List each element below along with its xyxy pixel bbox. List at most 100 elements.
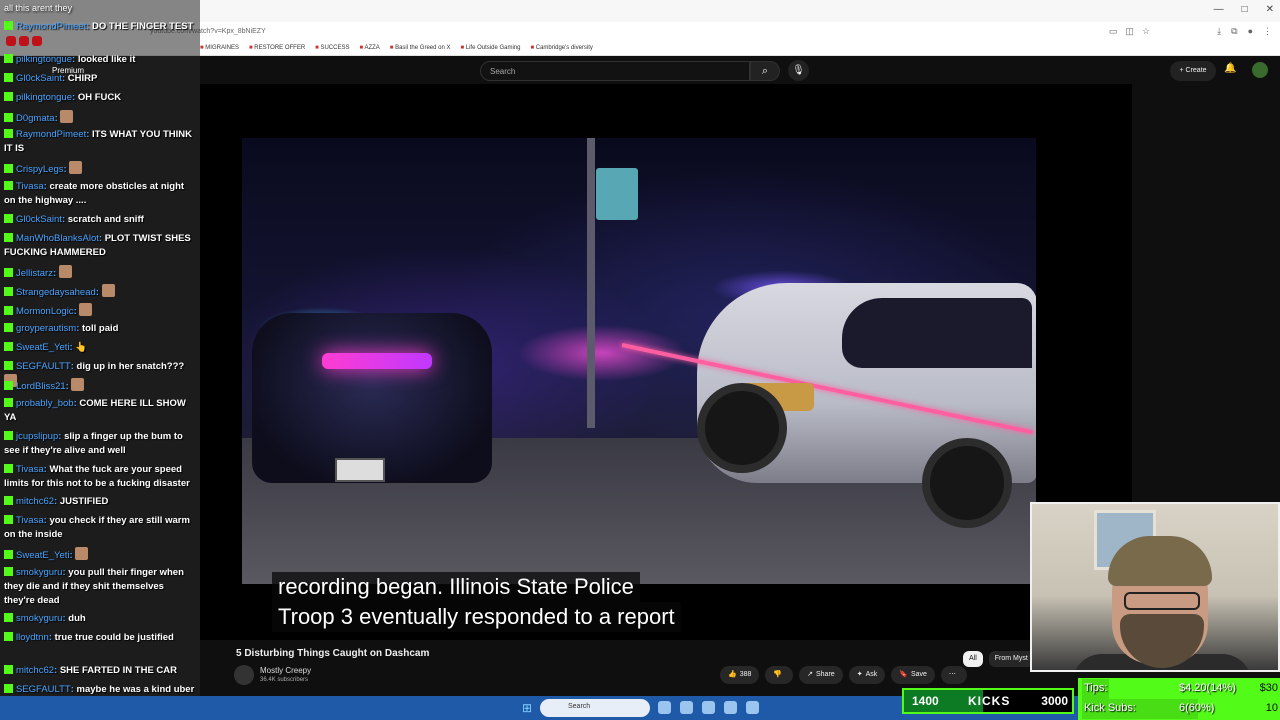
chat-username[interactable]: smokyguru (16, 567, 62, 578)
chat-username[interactable]: MormonLogic (16, 306, 74, 317)
chat-username[interactable]: Gl0ckSaint (16, 214, 62, 225)
kick-badge-icon (4, 214, 13, 223)
video-action-button[interactable]: ↗ Share (799, 666, 843, 684)
chat-message: Tivasa: create more obsticles at night o… (4, 181, 185, 206)
account-avatar[interactable] (1252, 62, 1268, 78)
bookmark-item[interactable]: MIGRAINES (200, 45, 239, 51)
chat-username[interactable]: D0gmata (16, 113, 55, 124)
taskbar-search[interactable]: Search (540, 699, 650, 717)
task-view-icon[interactable] (658, 701, 671, 714)
search-placeholder: Search (490, 67, 516, 76)
bookmark-item[interactable]: AZZA (359, 45, 379, 51)
channel-avatar[interactable] (234, 665, 254, 685)
chat-username[interactable]: SweatE_Yeti (16, 342, 70, 353)
emote-icon (60, 110, 74, 123)
kick-badge-icon (4, 21, 13, 30)
maximize-button[interactable]: □ (1242, 4, 1248, 15)
close-button[interactable]: ✕ (1266, 4, 1274, 15)
chat-username[interactable]: pilkingtongue (16, 92, 72, 103)
video-actions: 👍 388 👎 ↗ Share ✦ Ask 🔖 Save ⋯ (720, 666, 967, 684)
action-label: Save (910, 671, 927, 678)
chat-message: Tivasa: What the fuck are your speed lim… (4, 464, 190, 489)
chat-username[interactable]: probably_bob (16, 398, 74, 409)
police-lights (322, 353, 432, 369)
bookmark-item[interactable]: Cambridge's diversity (530, 45, 593, 51)
chat-username[interactable]: SweatE_Yeti (16, 550, 70, 561)
chat-text: dig up in her snatch??? (76, 361, 185, 372)
chat-message: RaymondPimeet: ITS WHAT YOU THINK IT IS (4, 129, 192, 154)
download-icon[interactable]: ⤓ (1217, 26, 1221, 37)
chat-username[interactable]: RaymondPimeet (16, 21, 86, 32)
chat-username[interactable]: groyperautism (16, 323, 76, 334)
chat-username[interactable]: mitchc62 (16, 665, 54, 676)
chrome-icon[interactable] (702, 701, 715, 714)
chat-username[interactable]: Tivasa (16, 464, 44, 475)
chat-username[interactable]: CrispyLegs (16, 164, 64, 175)
extensions-icon[interactable]: ⧉ (1231, 26, 1237, 37)
kicks-label: KICKS (968, 694, 1011, 708)
search-input[interactable]: Search (480, 61, 750, 81)
chat-text: DO THE FINGER TEST (92, 21, 194, 32)
record-icon (32, 36, 42, 46)
action-icon: ↗ (807, 671, 813, 678)
minimize-button[interactable]: — (1214, 4, 1224, 15)
tips-goal: Tips: $4.20(14%) $30 (1082, 679, 1278, 699)
menu-icon[interactable]: ⋮ (1263, 26, 1272, 37)
kick-badge-icon (4, 632, 13, 641)
bookmark-star-icon[interactable]: ☆ (1142, 26, 1150, 37)
chat-username[interactable]: SEGFAULTT (16, 684, 71, 695)
discord-icon[interactable] (724, 701, 737, 714)
video-action-button[interactable]: 🔖 Save (891, 666, 935, 684)
kick-badge-icon (4, 684, 13, 693)
kicks-target: 3000 (1041, 694, 1068, 708)
video-action-button[interactable]: 👎 (765, 666, 794, 684)
emote-icon (69, 161, 83, 174)
chat-username[interactable]: ManWhoBlanksAlot (16, 233, 99, 244)
chat-username[interactable]: jcupslipup (16, 431, 58, 442)
bookmark-item[interactable]: RESTORE OFFER (249, 45, 305, 51)
chat-username[interactable]: Gl0ckSaint (16, 73, 62, 84)
windows-start-icon[interactable]: ⊞ (522, 701, 532, 715)
chat-username[interactable]: Jellistarz (16, 268, 53, 279)
chat-text: JUSTIFIED (59, 496, 109, 507)
kicks-goal-bar: 1400 KICKS 3000 (902, 688, 1074, 714)
video-action-button[interactable]: 👍 388 (720, 666, 760, 684)
channel-name[interactable]: Mostly Creepy (260, 666, 311, 675)
bookmark-item[interactable]: Life Outside Gaming (460, 45, 521, 51)
file-explorer-icon[interactable] (680, 701, 693, 714)
profile-icon[interactable]: ● (1248, 26, 1253, 37)
filter-chip[interactable]: From Myst (988, 651, 1034, 667)
chat-username[interactable]: pilkingtongue (16, 54, 72, 65)
video-frame[interactable] (242, 138, 1036, 584)
search-button[interactable]: ⌕ (750, 61, 780, 81)
notifications-bell-icon[interactable]: 🔔 (1224, 63, 1236, 74)
bookmark-item[interactable]: SUCCESS (315, 45, 349, 51)
video-action-button[interactable]: ⋯ (940, 666, 967, 684)
chat-username[interactable]: Tivasa (16, 515, 44, 526)
chat-username[interactable]: LordBliss21 (16, 381, 66, 392)
chat-username[interactable]: SEGFAULTT (16, 361, 71, 372)
chat-message: pilkingtongue: OH FUCK (4, 91, 196, 105)
video-action-button[interactable]: ✦ Ask (848, 666, 886, 684)
chat-username[interactable]: RaymondPimeet (16, 129, 86, 140)
filter-chip[interactable]: All (963, 651, 983, 667)
page-icon[interactable]: ▭ (1109, 26, 1118, 37)
chat-username[interactable]: mitchc62 (16, 496, 54, 507)
bookmark-item[interactable]: Basil the Greed on X (390, 45, 450, 51)
caption-line: recording began. Illinois State Police (272, 572, 640, 602)
chat-username[interactable]: Tivasa (16, 181, 44, 192)
chat-username[interactable]: Strangedaysahead (16, 287, 96, 298)
sign-pole (587, 138, 595, 428)
street-sign (596, 168, 638, 220)
microphone-icon: 🎙 (792, 65, 805, 76)
toolbar-icons: ⤓ ⧉ ● ⋮ (1217, 26, 1272, 37)
action-icon: 👍 (728, 671, 737, 678)
chat-username[interactable]: smokyguru (16, 613, 62, 624)
chat-username[interactable]: lloydtnn (16, 632, 49, 643)
chat-text: CHIRP (67, 73, 98, 84)
app-icon[interactable] (746, 701, 759, 714)
kick-subs-label: Kick Subs: (1084, 702, 1136, 714)
create-button[interactable]: + Create (1170, 61, 1216, 81)
extension-icon[interactable]: ◫ (1125, 26, 1134, 37)
voice-search-button[interactable]: 🎙 (788, 60, 809, 81)
